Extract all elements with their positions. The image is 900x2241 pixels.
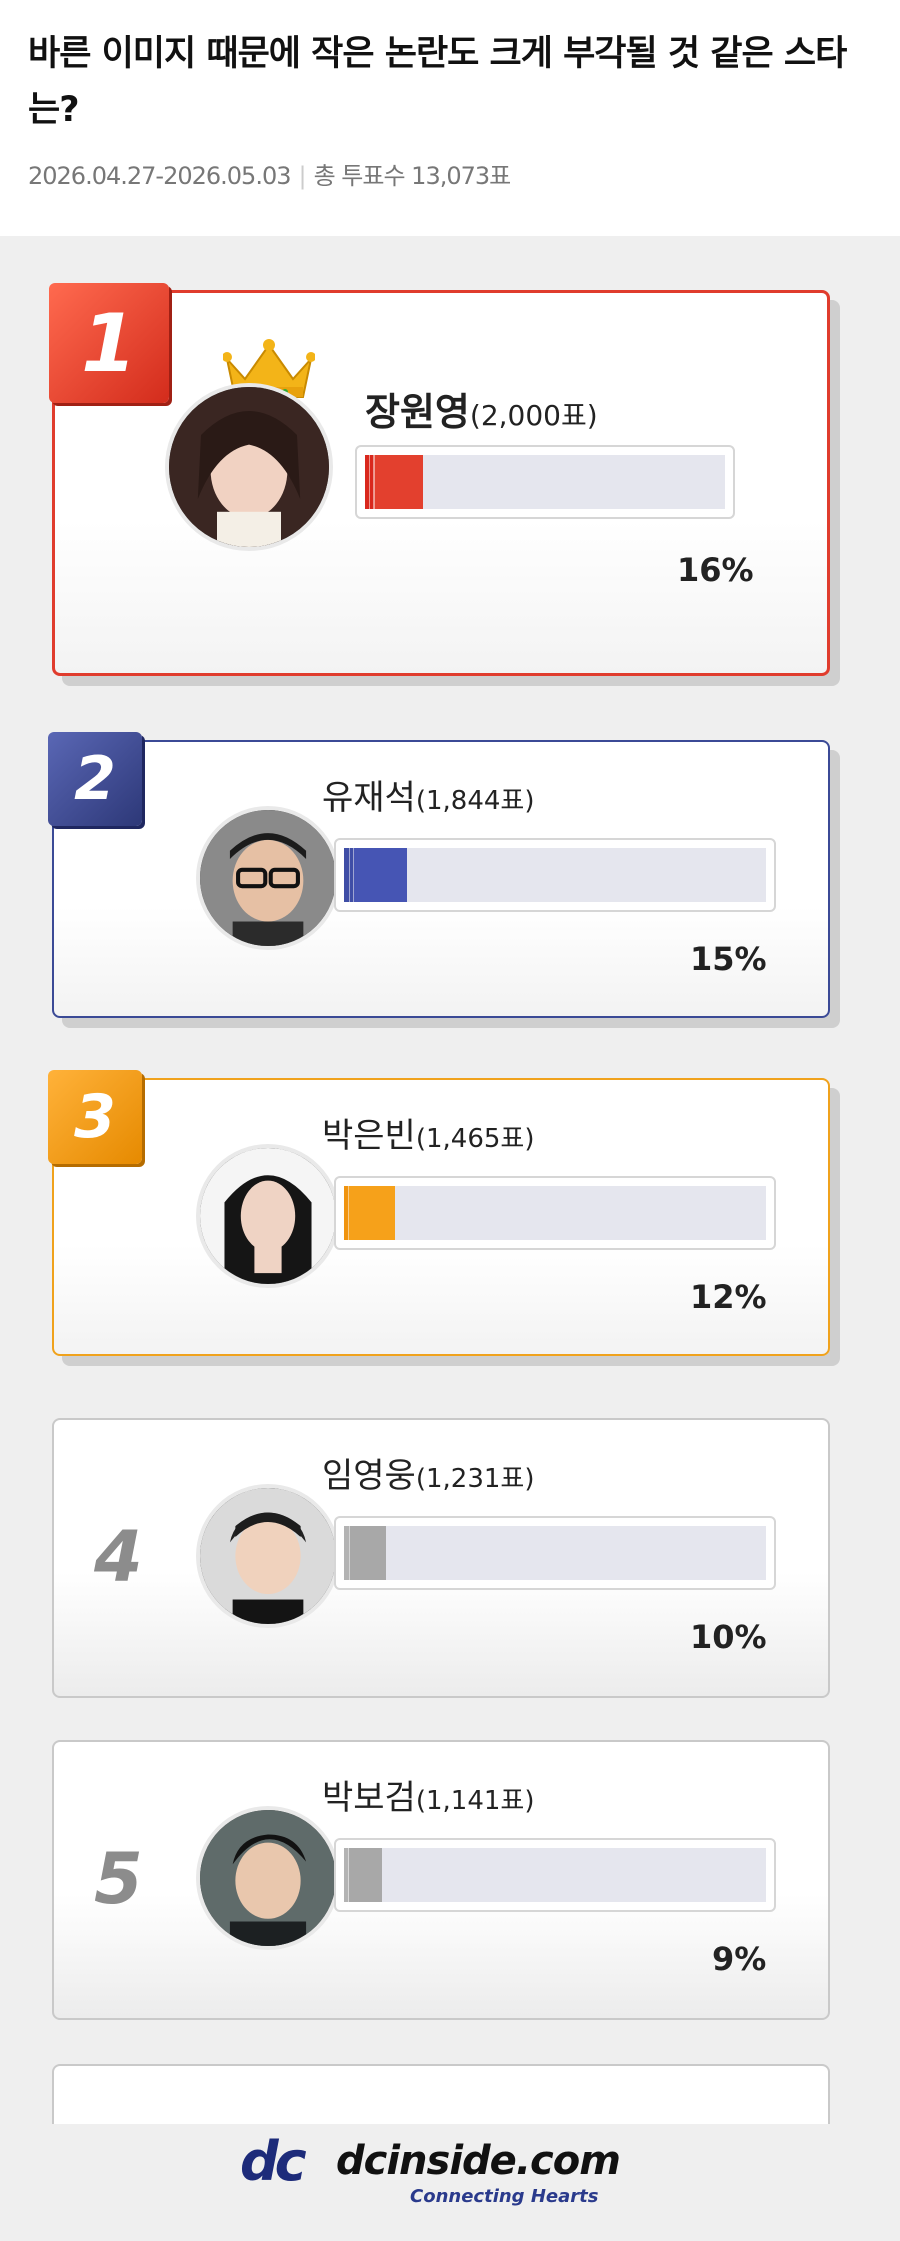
vote-bar-track — [344, 1848, 766, 1902]
poll-meta: 2026.04.27-2026.05.03 | 총 투표수 13,073표 — [28, 156, 512, 191]
vote-bar-fill — [344, 1186, 395, 1240]
vote-bar-track — [344, 848, 766, 902]
vote-bar-track — [344, 1186, 766, 1240]
rank-number: 4 — [94, 1516, 143, 1598]
avatar — [196, 1144, 340, 1288]
vote-count: (1,231표) — [415, 1464, 535, 1494]
vote-count: (1,141표) — [415, 1786, 535, 1816]
vote-count: (1,465표) — [415, 1124, 535, 1154]
result-card-3[interactable]: 3 박은빈(1,465표) 12% — [48, 1070, 830, 1356]
avatar — [196, 1484, 340, 1628]
candidate-name-text: 유재석 — [322, 778, 416, 818]
candidate-name: 장원영(2,000표) — [365, 381, 598, 436]
avatar — [196, 1806, 340, 1950]
rank-badge: 2 — [48, 732, 142, 826]
avatar — [196, 806, 340, 950]
poll-header: 바른 이미지 때문에 작은 논란도 크게 부각될 것 같은 스타는? 2026.… — [0, 0, 900, 236]
result-card-1[interactable]: 1 장원영(2,000표) 16% — [49, 283, 830, 676]
divider: | — [298, 162, 307, 190]
vote-bar-fill — [344, 848, 408, 902]
candidate-name: 박보검(1,141표) — [322, 1770, 534, 1819]
vote-bar — [334, 838, 776, 912]
vote-percent: 9% — [712, 1940, 767, 1978]
dcinside-logo[interactable]: dc dcinside.com Connecting Hearts — [240, 2130, 680, 2210]
vote-count: (1,844표) — [415, 786, 535, 816]
vote-percent: 10% — [690, 1618, 767, 1656]
result-card-2[interactable]: 2 유재석(1,844표) 15% — [48, 732, 830, 1018]
rank-badge: 1 — [49, 283, 169, 403]
vote-bar-track — [344, 1526, 766, 1580]
vote-bar-fill — [344, 1526, 387, 1580]
vote-count: (2,000표) — [469, 399, 598, 432]
poll-total-votes: 총 투표수 13,073표 — [313, 162, 512, 190]
vote-bar — [334, 1516, 776, 1590]
poll-title: 바른 이미지 때문에 작은 논란도 크게 부각될 것 같은 스타는? — [28, 34, 847, 130]
candidate-name-text: 임영웅 — [322, 1456, 416, 1496]
vote-bar-fill — [344, 1848, 382, 1902]
vote-bar — [334, 1838, 776, 1912]
candidate-name: 임영웅(1,231표) — [322, 1448, 534, 1497]
rank-number: 5 — [94, 1838, 143, 1920]
result-card-6-partial[interactable] — [52, 2064, 830, 2124]
vote-percent: 12% — [690, 1278, 767, 1316]
vote-bar — [355, 445, 735, 519]
logo-text: dcinside.com — [336, 2138, 621, 2184]
vote-bar-track — [365, 455, 725, 509]
rank-badge: 3 — [48, 1070, 142, 1164]
vote-bar-fill — [365, 455, 423, 509]
result-card-4[interactable]: 4 임영웅(1,231표) 10% — [52, 1418, 830, 1698]
vote-bar — [334, 1176, 776, 1250]
vote-percent: 16% — [677, 551, 754, 589]
vote-percent: 15% — [690, 940, 767, 978]
candidate-name: 유재석(1,844표) — [322, 770, 534, 819]
logo-tagline: Connecting Hearts — [410, 2186, 599, 2207]
candidate-name-text: 장원영 — [365, 390, 470, 434]
poll-period: 2026.04.27-2026.05.03 — [28, 162, 291, 190]
candidate-name-text: 박은빈 — [322, 1116, 416, 1156]
result-card-5[interactable]: 5 박보검(1,141표) 9% — [52, 1740, 830, 2020]
avatar — [165, 383, 333, 551]
logo-mark: dc — [240, 2130, 307, 2193]
candidate-name-text: 박보검 — [322, 1778, 416, 1818]
candidate-name: 박은빈(1,465표) — [322, 1108, 534, 1157]
